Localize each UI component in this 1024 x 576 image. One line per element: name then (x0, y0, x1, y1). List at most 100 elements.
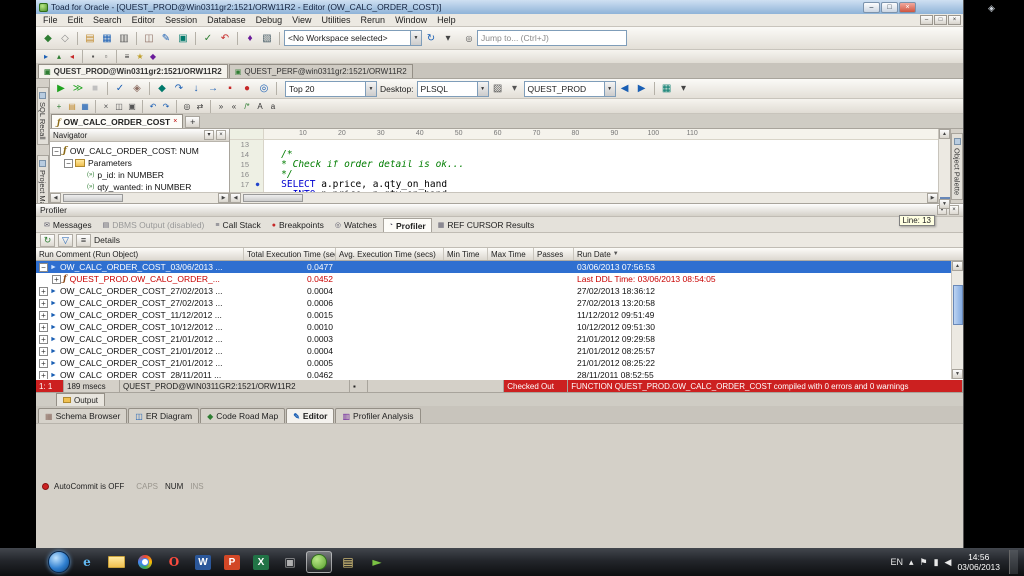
windows-explorer-icon[interactable] (103, 551, 129, 573)
column-header-passes[interactable]: Passes (534, 248, 574, 260)
language-indicator[interactable]: EN (890, 557, 903, 567)
jump-to-input[interactable] (477, 30, 627, 46)
network-icon[interactable]: ▮ (934, 557, 939, 568)
scroll-down-icon[interactable]: ▼ (952, 369, 963, 379)
scroll-left-icon[interactable]: ◀ (230, 193, 241, 203)
powerpoint-icon[interactable]: P (219, 551, 245, 573)
rows-fetched-dropdown[interactable]: Top 20 ▼ (285, 81, 377, 97)
end-connection-icon[interactable]: ◇ (57, 30, 73, 46)
single-record-view-icon[interactable]: ▨ (490, 81, 506, 97)
run-to-cursor-icon[interactable]: → (205, 81, 221, 97)
close-button[interactable]: × (899, 2, 916, 13)
document-tab-editor[interactable]: ✎Editor (286, 408, 334, 423)
expand-toggle-icon[interactable]: + (52, 275, 61, 284)
configure-desktop-icon[interactable]: ▦ (659, 81, 675, 97)
menu-window[interactable]: Window (390, 15, 432, 25)
volume-icon[interactable]: ◀ (945, 557, 952, 568)
menu-help[interactable]: Help (432, 15, 461, 25)
describe-icon[interactable]: ▸ (40, 51, 52, 63)
excel-icon[interactable]: X (248, 551, 274, 573)
navigator-item[interactable]: −Parameters (50, 157, 229, 169)
menu-edit[interactable]: Edit (63, 15, 89, 25)
session-browser-icon[interactable]: ▣ (175, 30, 191, 46)
title-bar[interactable]: Toad for Oracle - [QUEST_PROD@Win0311gr2… (36, 0, 963, 14)
editor-vscrollbar[interactable]: ▲ ▼ (938, 129, 950, 203)
menu-view[interactable]: View (287, 15, 316, 25)
column-header-max-time[interactable]: Max Time (488, 248, 534, 260)
debug-toggle-icon[interactable]: ◆ (154, 81, 170, 97)
save-file-icon[interactable]: ▦ (79, 100, 91, 112)
profiler-run-row[interactable]: +►OW_CALC_ORDER_COST_21/01/2012 ...0.000… (36, 345, 951, 357)
menu-database[interactable]: Database (202, 15, 251, 25)
navigator-item[interactable]: (»)qty_wanted: in NUMBER (50, 181, 229, 192)
profiler-run-row[interactable]: +►OW_CALC_ORDER_COST_21/01/2012 ...0.000… (36, 333, 951, 345)
maximize-button[interactable]: □ (881, 2, 898, 13)
add-watch-icon[interactable]: ◎ (256, 81, 272, 97)
execute-icon[interactable]: ▶ (53, 81, 69, 97)
paste-icon[interactable]: ▣ (126, 100, 138, 112)
scroll-down-icon[interactable]: ▼ (939, 199, 950, 209)
scroll-right-icon[interactable]: ▶ (218, 193, 229, 203)
navigator-hscrollbar[interactable]: ◀ ▶ (50, 192, 229, 203)
profiler-run-row[interactable]: +ƒQUEST_PROD.OW_CALC_ORDER_...0.0452Last… (36, 273, 951, 285)
start-button[interactable] (48, 551, 70, 573)
desktop-dropdown[interactable]: PLSQL ▼ (417, 81, 489, 97)
mdi-close-button[interactable]: × (948, 15, 961, 25)
minimize-button[interactable]: – (863, 2, 880, 13)
column-header-run-date[interactable]: Run Date▼ (574, 248, 963, 260)
menu-editor[interactable]: Editor (127, 15, 161, 25)
expand-toggle-icon[interactable]: + (39, 311, 48, 320)
code-line[interactable]: 14 /* (230, 150, 938, 160)
expand-toggle-icon[interactable]: − (39, 263, 48, 272)
line-number[interactable]: 14 (230, 150, 252, 160)
expand-toggle-icon[interactable]: + (39, 359, 48, 368)
code-editor[interactable]: 102030405060708090100110 1314 /*15 * Che… (230, 129, 938, 203)
object-palette-icon[interactable]: ▪ (87, 51, 99, 63)
pin-icon[interactable]: ▾ (204, 130, 214, 140)
workspace-options-icon[interactable]: ▾ (440, 30, 456, 46)
profiler-tab-breakpoints[interactable]: ●Breakpoints (267, 218, 329, 232)
column-header-run-comment-run-object[interactable]: Run Comment (Run Object) (36, 248, 244, 260)
stop-execution-icon[interactable]: ■ (87, 81, 103, 97)
open-file-icon[interactable]: ▤ (82, 30, 98, 46)
workspace-dropdown[interactable]: <No Workspace selected> ▼ (284, 30, 422, 46)
console-icon[interactable]: ▣ (277, 551, 303, 573)
profiler-run-row[interactable]: +►OW_CALC_ORDER_COST_27/02/2013 ...0.000… (36, 285, 951, 297)
profiler-run-row[interactable]: +►OW_CALC_ORDER_COST_27/02/2013 ...0.000… (36, 297, 951, 309)
copy-icon[interactable]: ◫ (113, 100, 125, 112)
add-breakpoint-icon[interactable]: ● (239, 81, 255, 97)
undo-icon[interactable]: ↶ (147, 100, 159, 112)
profiler-run-row[interactable]: −►OW_CALC_ORDER_COST_03/06/2013 ...0.047… (36, 261, 951, 273)
menu-rerun[interactable]: Rerun (356, 15, 391, 25)
new-tab-button[interactable]: + (185, 116, 200, 128)
menu-session[interactable]: Session (160, 15, 202, 25)
navigator-item[interactable]: (»)p_id: in NUMBER (50, 169, 229, 181)
team-coding-icon[interactable]: ♦ (242, 30, 258, 46)
halt-debug-icon[interactable]: ▪ (222, 81, 238, 97)
details-toggle-icon[interactable]: ≡ (76, 234, 91, 247)
media-icon[interactable]: ► (364, 551, 390, 573)
profiler-vscrollbar[interactable]: ▲ ▼ (951, 261, 963, 379)
word-icon[interactable]: W (190, 551, 216, 573)
expand-toggle-icon[interactable]: − (52, 147, 61, 156)
notepad-icon[interactable]: ▤ (335, 551, 361, 573)
output-tab[interactable]: Output (56, 393, 105, 406)
chrome-icon[interactable] (132, 551, 158, 573)
profiler-run-row[interactable]: +►OW_CALC_ORDER_COST_21/01/2012 ...0.000… (36, 357, 951, 369)
column-header-min-time[interactable]: Min Time (444, 248, 488, 260)
lowercase-icon[interactable]: a (267, 100, 279, 112)
scroll-thumb[interactable] (63, 194, 123, 202)
workspace-refresh-icon[interactable]: ↻ (423, 30, 439, 46)
line-number[interactable]: 16 (230, 170, 252, 180)
sql-recall-tab[interactable]: SQL Recall (37, 87, 49, 145)
auto-optimize-icon[interactable]: ◂ (66, 51, 78, 63)
replace-icon[interactable]: ⇄ (194, 100, 206, 112)
close-icon[interactable]: × (949, 205, 959, 215)
sql-editor-icon[interactable]: ✎ (158, 30, 174, 46)
save-icon[interactable]: ▦ (99, 30, 115, 46)
profiler-tab-dbms-output-disabled[interactable]: ▤DBMS Output (disabled) (98, 218, 210, 232)
menu-utilities[interactable]: Utilities (317, 15, 356, 25)
indent-icon[interactable]: » (215, 100, 227, 112)
document-tab-profiler-analysis[interactable]: ▥Profiler Analysis (335, 408, 420, 423)
open-in-editor-icon[interactable]: ▤ (66, 100, 78, 112)
